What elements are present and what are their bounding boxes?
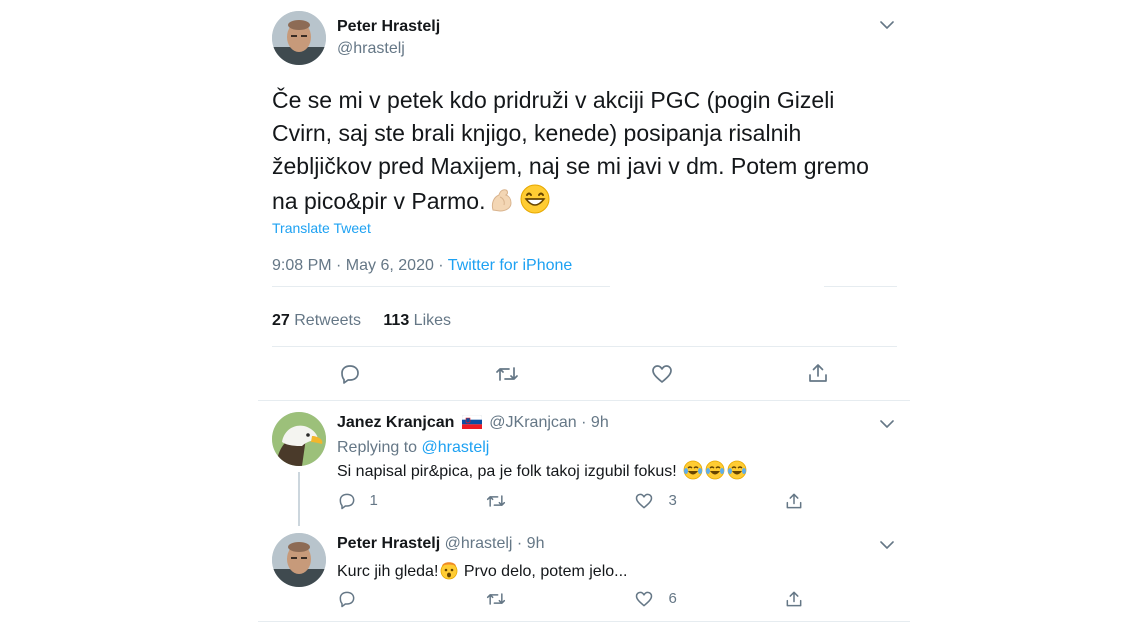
likes-stat[interactable]: 113 Likes — [383, 312, 451, 329]
more-options-chevron-icon[interactable] — [877, 15, 897, 35]
tweet-text-line: Cvirn, saj ste brali knjigo, kenede) pos… — [272, 120, 802, 146]
share-icon[interactable] — [806, 361, 830, 385]
exploding-head-emoji-icon — [439, 560, 459, 585]
section-divider — [258, 400, 910, 401]
reply-text-before: Kurc jih gleda! — [337, 563, 439, 580]
reply-action-like[interactable]: 6 — [634, 589, 677, 609]
tweet-text-line: Če se mi v petek kdo pridruži v akciji P… — [272, 87, 835, 113]
like-heart-icon[interactable] — [634, 589, 654, 609]
meta-divider — [272, 286, 610, 287]
reply-text-after: Prvo delo, potem jelo... — [459, 563, 628, 580]
likes-count: 113 — [383, 312, 410, 329]
like-count: 3 — [668, 492, 677, 510]
reply-author-name[interactable]: Peter Hrastelj — [337, 535, 440, 552]
reply-author-handle[interactable]: @hrastelj — [445, 535, 513, 552]
flexed-biceps-emoji-icon — [487, 185, 517, 224]
reply-icon[interactable] — [337, 491, 357, 511]
replying-to-label: Replying to — [337, 439, 422, 456]
reply-action-reply[interactable]: 1 — [337, 491, 378, 511]
author-avatar[interactable] — [272, 11, 326, 65]
reply-count: 1 — [369, 492, 378, 510]
reply-action-retweet[interactable] — [485, 589, 507, 614]
reply-action-like[interactable]: 3 — [634, 491, 677, 511]
reply-header: Janez Kranjcan @JKranjcan · 9h — [337, 414, 609, 434]
share-icon[interactable] — [784, 491, 804, 511]
reply-action-retweet[interactable] — [485, 491, 507, 516]
tweet-text-line: na pico&pir v Parmo. — [272, 188, 486, 214]
like-count: 6 — [668, 590, 677, 608]
replying-to: Replying to @hrastelj — [337, 439, 489, 457]
like-heart-icon[interactable] — [650, 362, 674, 386]
reply-text: Kurc jih gleda! Prvo delo, potem jelo... — [337, 560, 627, 585]
reply-time[interactable]: · 9h — [581, 414, 609, 431]
tweet-meta: 9:08 PM · May 6, 2020 · Twitter for iPho… — [272, 257, 572, 275]
tweet-text-line: žebljičkov pred Maxijem, naj se mi javi … — [272, 153, 869, 179]
author-handle[interactable]: @hrastelj — [337, 40, 405, 58]
translate-tweet-link[interactable]: Translate Tweet — [272, 220, 371, 236]
reply-text: Si napisal pir&pica, pa je folk takoj iz… — [337, 460, 749, 485]
tweet-text: Če se mi v petek kdo pridruži v akciji P… — [272, 84, 912, 224]
retweet-icon[interactable] — [485, 491, 507, 511]
retweet-icon[interactable] — [494, 362, 520, 386]
slovenia-flag-icon — [461, 414, 483, 434]
replying-to-handle[interactable]: @hrastelj — [422, 439, 490, 456]
tweet-text-line-last: na pico&pir v Parmo. — [272, 183, 912, 224]
retweets-count: 27 — [272, 312, 290, 329]
reply-time[interactable]: · 9h — [517, 535, 545, 552]
tweet-stats: 27 Retweets 113 Likes — [272, 312, 451, 330]
retweets-stat[interactable]: 27 Retweets — [272, 312, 365, 329]
section-divider — [258, 621, 910, 622]
reply-action-reply[interactable] — [337, 589, 357, 614]
tweet-timestamp[interactable]: 9:08 PM · May 6, 2020 · — [272, 257, 448, 274]
reply-header: Peter Hrastelj @hrastelj · 9h — [337, 535, 544, 553]
retweets-label: Retweets — [294, 312, 361, 329]
reply-icon[interactable] — [338, 362, 362, 386]
reply-text-content: Si napisal pir&pica, pa je folk takoj iz… — [337, 463, 677, 480]
like-heart-icon[interactable] — [634, 491, 654, 511]
author-name[interactable]: Peter Hrastelj — [337, 18, 440, 36]
meta-divider-right — [824, 286, 897, 287]
grinning-face-emoji-icon — [519, 183, 551, 224]
tears-of-joy-emoji-icon — [683, 460, 749, 485]
reply-author-avatar[interactable] — [272, 412, 326, 466]
stats-divider — [272, 346, 897, 347]
likes-label: Likes — [413, 312, 452, 329]
reply-author-name[interactable]: Janez Kranjcan — [337, 414, 454, 431]
retweet-icon[interactable] — [485, 589, 507, 609]
reply-icon[interactable] — [337, 589, 357, 609]
share-icon[interactable] — [784, 589, 804, 609]
reply-more-chevron-icon[interactable] — [877, 535, 897, 555]
thread-connector-line — [298, 472, 300, 526]
tweet-source-link[interactable]: Twitter for iPhone — [448, 257, 573, 274]
reply-more-chevron-icon[interactable] — [877, 414, 897, 434]
reply-author-handle[interactable]: @JKranjcan — [489, 414, 576, 431]
reply-author-avatar[interactable] — [272, 533, 326, 587]
